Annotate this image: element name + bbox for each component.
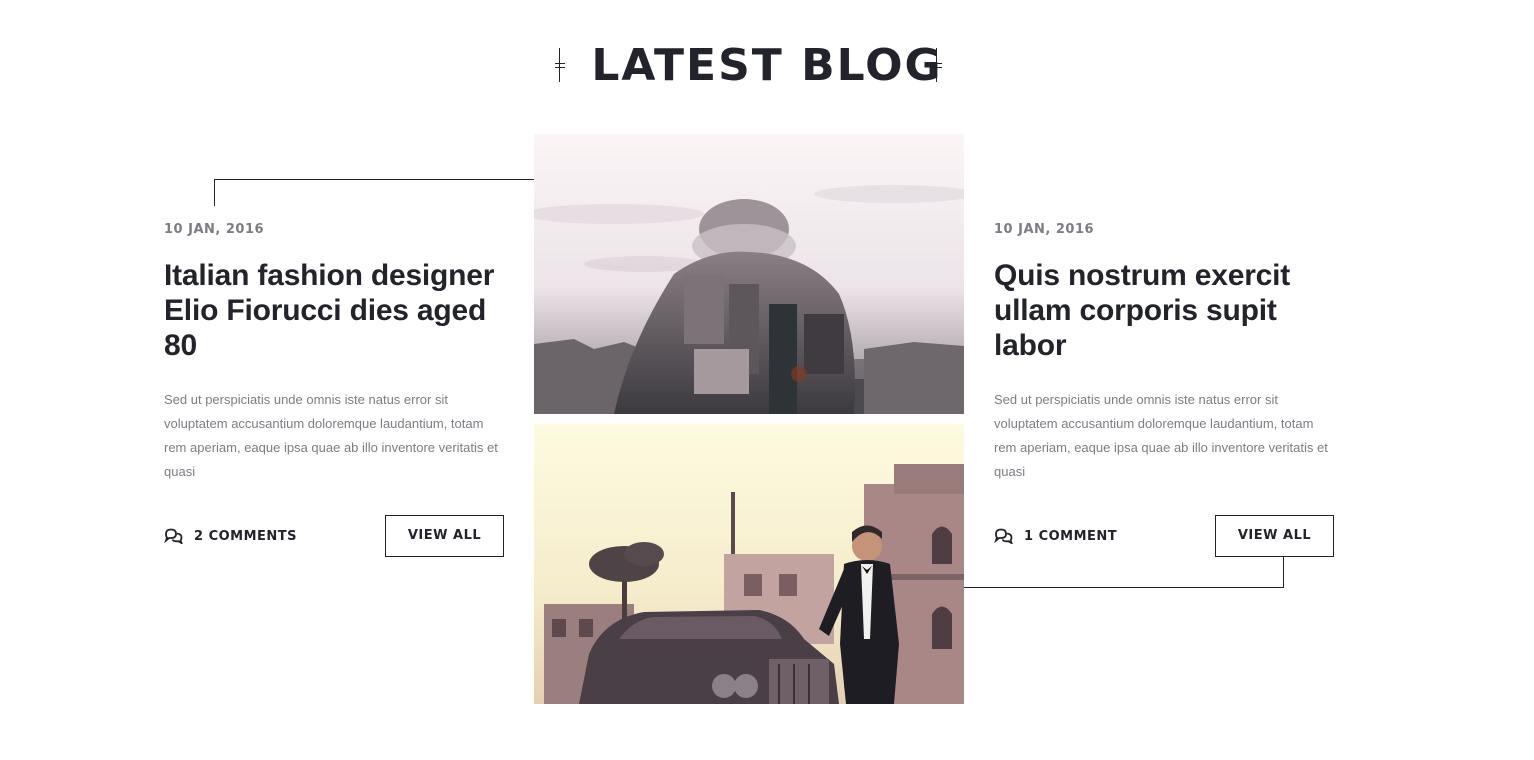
post-title[interactable]: Italian fashion designer Elio Fiorucci d… xyxy=(164,258,509,363)
comments-link[interactable]: 1 COMMENT xyxy=(994,528,1117,544)
comments-icon xyxy=(994,528,1013,544)
comments-count: 1 COMMENT xyxy=(1024,528,1118,544)
comments-icon xyxy=(164,528,183,544)
blog-post-right: 10 JAN, 2016 Quis nostrum exercit ullam … xyxy=(994,220,1339,557)
connector-line-bottom-horizontal xyxy=(964,587,1284,588)
view-all-button[interactable]: VIEW ALL xyxy=(385,515,504,557)
post-title[interactable]: Quis nostrum exercit ullam corporis supi… xyxy=(994,258,1339,363)
comments-count: 2 COMMENTS xyxy=(194,528,298,544)
connector-line-top-vertical xyxy=(214,179,215,206)
vintage-car-photo xyxy=(534,424,964,704)
section-title: LATEST BLOG xyxy=(591,40,943,91)
view-all-button[interactable]: VIEW ALL xyxy=(1215,515,1334,557)
connector-line-bottom-vertical xyxy=(1283,557,1284,588)
post-date: 10 JAN, 2016 xyxy=(164,222,265,237)
comments-link[interactable]: 2 COMMENTS xyxy=(164,528,297,544)
blog-image-vintage-car[interactable] xyxy=(534,424,964,704)
post-excerpt: Sed ut perspiciatis unde omnis iste natu… xyxy=(994,392,1328,479)
blog-image-double-exposure[interactable] xyxy=(534,134,964,414)
post-footer: 1 COMMENT VIEW ALL xyxy=(994,515,1334,557)
latest-blog-section: LATEST BLOG 10 JAN, 2016 Italian fashion… xyxy=(0,0,1534,760)
blog-post-left: 10 JAN, 2016 Italian fashion designer El… xyxy=(164,220,509,557)
post-date: 10 JAN, 2016 xyxy=(994,222,1095,237)
connector-line-top-horizontal xyxy=(214,179,534,180)
post-footer: 2 COMMENTS VIEW ALL xyxy=(164,515,504,557)
title-ornament-right-icon xyxy=(932,48,942,82)
post-excerpt: Sed ut perspiciatis unde omnis iste natu… xyxy=(164,392,498,479)
double-exposure-photo xyxy=(534,134,964,414)
